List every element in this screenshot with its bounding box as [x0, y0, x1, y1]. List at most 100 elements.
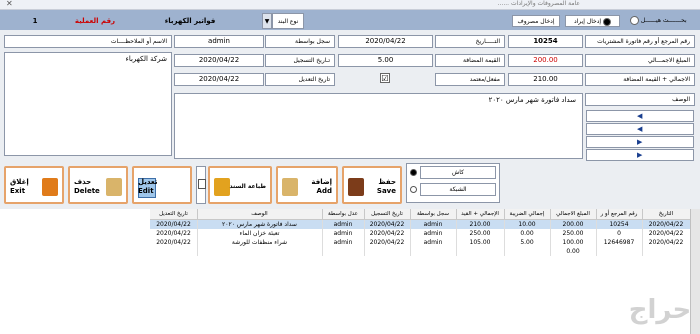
column-header[interactable]: تاريخ التعديل [150, 209, 198, 220]
column-header[interactable]: سجل بواسطة [410, 209, 457, 220]
table-cell: admin [322, 238, 365, 247]
income-radio[interactable]: إدخال إيراد [565, 15, 620, 27]
radio-icon [630, 16, 639, 25]
nav-prev-button[interactable]: ◀ [586, 123, 694, 135]
table-cell: 2020/04/22 [364, 220, 411, 229]
table-cell [364, 247, 411, 256]
network-option[interactable]: الشبكة [420, 183, 496, 196]
add-label: إضافة Add [311, 178, 332, 195]
add-icon [282, 178, 298, 196]
column-header[interactable]: الوصف [197, 209, 323, 220]
notes-textarea[interactable]: شركة الكهرباء [4, 52, 172, 156]
op-label: رقم العملية [74, 17, 116, 25]
column-header[interactable]: المبلغ الاجمالي [550, 209, 597, 220]
expense-button[interactable]: إدخال مصروف [512, 15, 560, 27]
close-icon[interactable]: ✕ [6, 0, 13, 8]
table-cell: 2020/04/22 [364, 238, 411, 247]
table-cell: 2020/04/22 [150, 229, 198, 238]
active-checkbox[interactable]: ☑ [380, 73, 390, 83]
nav-first-icon: ◀ [637, 112, 643, 120]
table-cell: 0.00 [504, 229, 551, 238]
table-cell: 210.00 [456, 220, 505, 229]
watermark-text: حراج [628, 295, 692, 325]
save-button[interactable]: حفظ Save [342, 166, 402, 204]
tax-input[interactable]: 5.00 [338, 54, 433, 67]
column-header[interactable]: إجمالي الضريبة [504, 209, 551, 220]
desc-label: الوصف [585, 93, 695, 106]
table-cell: تعبئة خزان الماء [197, 229, 323, 238]
date-input[interactable]: 2020/04/22 [338, 35, 433, 48]
table-cell [197, 247, 323, 256]
column-header[interactable]: عدل بواسطة [322, 209, 365, 220]
delete-button[interactable]: حذف Delete [68, 166, 128, 204]
table-cell: 105.00 [456, 238, 505, 247]
table-cell: admin [322, 220, 365, 229]
edit-date-input[interactable]: 2020/04/22 [174, 73, 264, 86]
type-select[interactable]: نوع البند [272, 13, 304, 29]
tax-label: القيمة المضافة [435, 54, 505, 67]
save-icon [348, 178, 364, 196]
reg-input[interactable]: 2020/04/22 [174, 54, 264, 67]
table-cell [596, 247, 643, 256]
edit-button[interactable]: تعديل Edit [132, 166, 192, 204]
print-label: طباعة السند [229, 183, 266, 190]
table-cell: 250.00 [550, 229, 597, 238]
column-header[interactable]: تاريخ التسجيل [364, 209, 411, 220]
search-radio[interactable]: بحـــــــث هيــــــل [630, 15, 690, 26]
table-cell: 10.00 [504, 220, 551, 229]
ref-input[interactable]: 10254 [508, 35, 583, 48]
table-cell: 0 [596, 229, 643, 238]
cash-radio-icon[interactable] [410, 169, 417, 176]
notes-text: شركة الكهرباء [125, 55, 167, 63]
save-label: حفظ Save [376, 178, 396, 195]
add-button[interactable]: إضافة Add [276, 166, 338, 204]
table-cell: 12646987 [596, 238, 643, 247]
delete-icon [106, 178, 122, 196]
watermark-logo: حراج [620, 295, 700, 325]
nav-next-button[interactable]: ▶ [586, 136, 694, 148]
cash-option[interactable]: كاش [420, 166, 496, 179]
table-cell: admin [410, 238, 457, 247]
nav-next-icon: ▶ [637, 138, 643, 146]
sum-input[interactable]: 210.00 [508, 73, 583, 86]
column-header[interactable]: رقم المرجع أو ر [596, 209, 643, 220]
table-cell: 2020/04/22 [364, 229, 411, 238]
table-cell: 2020/04/22 [150, 238, 198, 247]
op-value: 1 [32, 17, 38, 25]
chevron-down-icon[interactable]: ▼ [262, 13, 272, 29]
column-header[interactable]: الإجمالي + القيد [456, 209, 505, 220]
print-button[interactable]: طباعة السند [208, 166, 272, 204]
network-radio-icon[interactable] [410, 186, 417, 193]
nav-first-button[interactable]: ◀ [586, 110, 694, 122]
exit-button[interactable]: إغلاق Exit [4, 166, 64, 204]
table-cell [642, 247, 691, 256]
table-cell: admin [410, 220, 457, 229]
total-input[interactable]: 200.00 [508, 54, 583, 67]
total-label: المبلغ الاجمـــالي [585, 54, 695, 67]
search-radio-label: بحـــــــث هيــــــل [640, 17, 687, 24]
printer-icon [214, 178, 230, 196]
desc-textarea[interactable]: سداد فاتورة شهر مارس ٢٠٢٠ [174, 93, 583, 159]
by-label: سجل بواسطة [265, 35, 335, 48]
table-cell: 2020/04/22 [642, 238, 691, 247]
nav-last-icon: ▶ [637, 151, 643, 159]
reg-label: تـاريخ التسجيل [265, 54, 335, 67]
print-options-button[interactable] [196, 166, 206, 204]
edit-label: تعديل Edit [138, 178, 158, 195]
records-table: التاريخ رقم المرجع أو ر المبلغ الاجمالي إجم… [0, 209, 700, 334]
ref-label: رقم المرجع أو رقم فاتورة المشتريات [585, 35, 695, 48]
table-cell [150, 247, 198, 256]
date-label: التـــــاريخ [435, 35, 505, 48]
table-cell: 200.00 [550, 220, 597, 229]
table-cell: 2020/04/22 [150, 220, 198, 229]
sum-label: الاجمالي + القيمة المضافة [585, 73, 695, 86]
column-header[interactable]: التاريخ [642, 209, 691, 220]
table-cell: 250.00 [456, 229, 505, 238]
table-cell [456, 247, 505, 256]
table-cell: admin [410, 229, 457, 238]
table-cell: admin [322, 229, 365, 238]
table-cell: سداد فاتورة شهر مارس ٢٠٢٠ [197, 220, 323, 229]
window-titlebar: ...... عامة المصروفات والإيرادات ✕ [0, 0, 700, 10]
by-input[interactable]: admin [174, 35, 264, 48]
nav-last-button[interactable]: ▶ [586, 149, 694, 161]
